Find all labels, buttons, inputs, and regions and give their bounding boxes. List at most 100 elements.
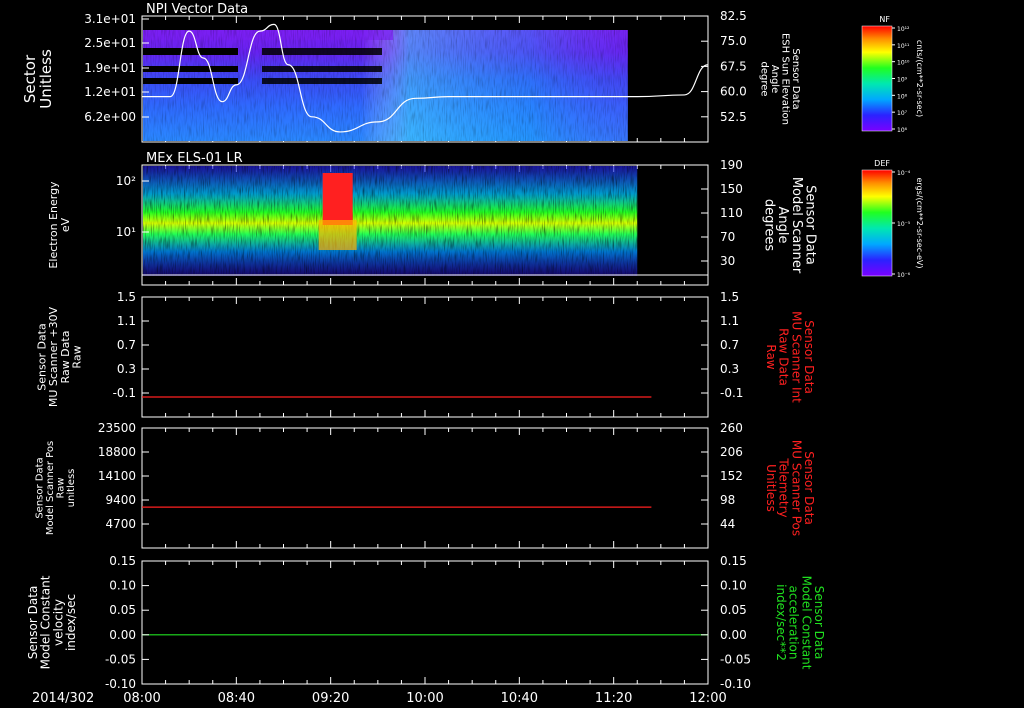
colorbar-tick-label: 10⁻⁴ — [897, 170, 911, 177]
y-tick-label: -0.1 — [113, 386, 136, 400]
colorbar-title: DEF — [874, 159, 890, 168]
label-line: degree — [758, 61, 769, 96]
label-line: Raw — [55, 477, 66, 498]
panel-frame — [141, 296, 709, 418]
label-line: Unitless — [765, 464, 779, 512]
y-axis-label-text: SectorUnitless — [21, 49, 55, 109]
panel-1: 3.1e+01 2.5e+01 1.9e+01 1.2e+01 6.2e+00 82.5 7… — [21, 2, 801, 143]
y2-tick-label: -0.1 — [720, 386, 743, 400]
y2-axis-label: Sensor DataESH Sun ElevationAngledegree — [758, 33, 801, 125]
y2-tick-label: 110 — [720, 206, 743, 220]
y2-tick-label: 44 — [720, 517, 735, 531]
colorbar-def: DEF 10⁻⁴ 10⁻⁵ 10⁻⁶ ergs/(cm**2-sr-sec-eV) — [861, 159, 924, 279]
y-tick-label: 10¹ — [116, 225, 136, 239]
y2-tick-label: 75.0 — [720, 34, 747, 48]
y-tick-label: 0.3 — [117, 362, 136, 376]
y-axis-label: Sensor DataModel Constantvelocityindex/s… — [26, 575, 78, 669]
energetic-burst — [322, 173, 353, 225]
npi-heatmap — [143, 30, 628, 141]
date-label: 2014/302 — [32, 691, 94, 706]
heatmap-noise — [143, 30, 628, 141]
y2-tick-label: 67.5 — [720, 59, 747, 73]
els-spectrogram — [143, 166, 638, 276]
panel-5: 0.15 0.10 0.05 0.00 -0.05 -0.10 0.15 0.10 0.05 0.… — [26, 554, 827, 691]
x-tick-label: 08:40 — [218, 691, 255, 706]
x-tick-label: 09:20 — [312, 691, 349, 706]
label-line: eV — [59, 217, 72, 232]
y-tick-label: 1.9e+01 — [84, 61, 136, 75]
y-tick-label: 1.1 — [117, 314, 136, 328]
colorbar-nf: NF 10¹² 10¹¹ 10¹⁰ 10⁹ 10⁸ 10⁷ 10⁶ cnts/(cm**2-sr… — [861, 15, 924, 134]
y-axis-label-text: Sensor DataModel Scanner PosRawunitless — [34, 441, 77, 535]
y2-tick-label: 0.00 — [720, 628, 747, 642]
y-tick-label: 0.15 — [109, 554, 136, 568]
colorbar-gradient — [861, 25, 893, 132]
y-axis-label-text: Electron EnergyeV — [47, 181, 72, 269]
label-line: degrees — [762, 199, 777, 252]
label-line: Sensor Data — [790, 48, 801, 109]
y2-tick-label: 190 — [720, 158, 743, 172]
y-tick-label: 3.1e+01 — [84, 12, 136, 26]
y2-tick-label: 1.5 — [720, 290, 739, 304]
y2-axis-label: Sensor DataModel ScannerAngledegrees — [762, 177, 818, 274]
y2-tick-label: 260 — [720, 421, 743, 435]
y-tick-label: 1.2e+01 — [84, 85, 136, 99]
x-tick-label: 10:40 — [501, 691, 538, 706]
colorbar-gradient — [861, 169, 893, 277]
y2-tick-label: 1.1 — [720, 314, 739, 328]
panel-title: MEx ELS-01 LR — [146, 151, 243, 166]
y2-axis-label-text: Sensor DataMU Scanner IntRaw DataRaw — [765, 311, 817, 403]
panel-3: 1.5 1.1 0.7 0.3 -0.1 1.5 1.1 0.7 0.3 -0.1 Sensor D… — [36, 290, 817, 418]
y2-tick-label: 150 — [720, 182, 743, 196]
y-axis-label-text: Sensor DataMU Scanner +30VRaw DataRaw — [36, 306, 84, 407]
y2-tick-label: -0.05 — [720, 652, 751, 666]
multi-panel-time-series-figure: 3.1e+01 2.5e+01 1.9e+01 1.2e+01 6.2e+00 82.5 7… — [21, 2, 924, 706]
time-axis: 08:00 08:40 09:20 10:00 10:40 11:20 12:00 2014/… — [32, 691, 727, 706]
y2-tick-label: 0.10 — [720, 579, 747, 593]
label-line: index/sec**2 — [775, 584, 789, 661]
colorbar-unit: cnts/(cm**2-sr-sec) — [915, 40, 924, 117]
y2-axis-label: Sensor DataMU Scanner IntRaw DataRaw — [765, 311, 817, 403]
spectrogram-noise — [143, 166, 638, 276]
y-tick-label: 4700 — [105, 517, 136, 531]
x-tick-label: 12:00 — [689, 691, 726, 706]
y-tick-label: 6.2e+00 — [84, 110, 136, 124]
y2-tick-label: 0.7 — [720, 338, 739, 352]
y2-tick-label: 98 — [720, 493, 735, 507]
label-line: Raw — [765, 344, 779, 369]
y2-tick-label: 52.5 — [720, 110, 747, 124]
x-tick-label: 10:00 — [406, 691, 443, 706]
y2-tick-label: 0.15 — [720, 554, 747, 568]
y-axis-label: Sensor DataModel Scanner PosRawunitless — [34, 441, 77, 535]
y2-tick-label: 70 — [720, 230, 735, 244]
y-tick-label: 1.5 — [117, 290, 136, 304]
label-line: unitless — [66, 469, 77, 508]
y2-tick-label: 82.5 — [720, 9, 747, 23]
colorbar-tick-label: 10⁹ — [897, 77, 908, 84]
y2-tick-label: 0.05 — [720, 603, 747, 617]
y-tick-label: 0.00 — [109, 628, 136, 642]
y-tick-label: -0.10 — [105, 677, 136, 691]
label-line: Angle — [769, 65, 780, 93]
y-tick-label: 9400 — [105, 493, 136, 507]
y2-tick-label: 60.0 — [720, 85, 747, 99]
colorbar-tick-label: 10¹⁰ — [897, 60, 910, 67]
panel-title: NPI Vector Data — [146, 2, 248, 17]
colorbar-tick-label: 10¹² — [897, 26, 910, 33]
colorbar-tick-label: 10⁻⁶ — [897, 272, 911, 279]
colorbar-title: NF — [879, 15, 890, 24]
y-axis-label: SectorUnitless — [21, 49, 55, 109]
burst-halo — [318, 220, 357, 250]
colorbar-tick-label: 10⁻⁵ — [897, 221, 911, 228]
label-line: ESH Sun Elevation — [779, 33, 790, 125]
y-tick-label: 2.5e+01 — [84, 36, 136, 50]
panel-4: 23500 18800 14100 9400 4700 260 206 152 98 44 Sens… — [34, 421, 816, 549]
y-tick-label: 0.10 — [109, 579, 136, 593]
y2-tick-label: 30 — [720, 254, 735, 268]
y-tick-label: 23500 — [98, 421, 136, 435]
y-tick-label: 14100 — [98, 469, 136, 483]
colorbar-tick-label: 10⁷ — [897, 110, 908, 117]
y-axis-label: Electron EnergyeV — [47, 181, 72, 269]
colorbar-unit-label: ergs/(cm**2-sr-sec-eV) — [915, 177, 924, 268]
y-tick-label: 0.05 — [109, 603, 136, 617]
